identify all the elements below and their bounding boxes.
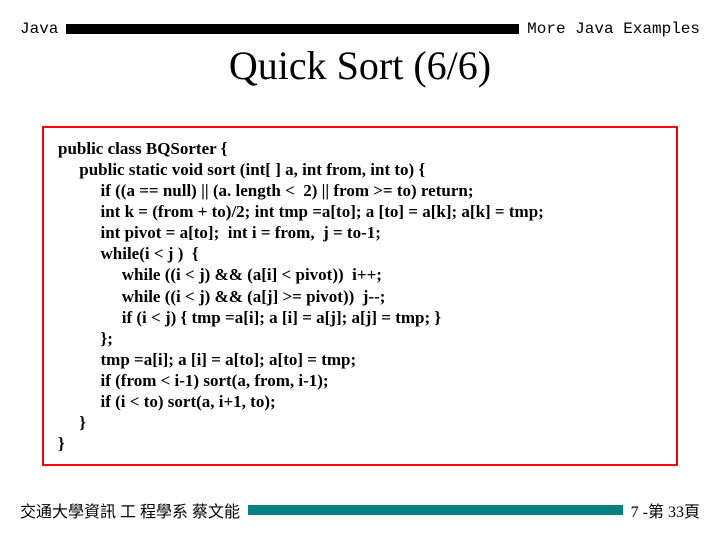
code-line: while(i < j ) { [58, 244, 199, 263]
code-line: if (i < to) sort(a, i+1, to); [58, 392, 276, 411]
code-line: public class BQSorter { [58, 139, 227, 158]
code-line: while ((i < j) && (a[j] >= pivot)) j--; [58, 287, 385, 306]
code-line: if (i < j) { tmp =a[i]; a [i] = a[j]; a[… [58, 308, 441, 327]
code-block: public class BQSorter { public static vo… [58, 138, 662, 454]
code-line: int k = (from + to)/2; int tmp =a[to]; a… [58, 202, 544, 221]
code-line: if (from < i-1) sort(a, from, i-1); [58, 371, 329, 390]
code-line: public static void sort (int[ ] a, int f… [58, 160, 425, 179]
code-line: }; [58, 329, 113, 348]
header-left: Java [20, 20, 58, 38]
header-bar: Java More Java Examples [20, 20, 700, 38]
code-line: while ((i < j) && (a[i] < pivot)) i++; [58, 265, 382, 284]
footer-right: 7 -第 33頁 [631, 498, 700, 522]
code-box: public class BQSorter { public static vo… [42, 126, 678, 466]
slide-title: Quick Sort (6/6) [0, 42, 720, 89]
code-line: } [58, 413, 86, 432]
code-line: tmp =a[i]; a [i] = a[to]; a[to] = tmp; [58, 350, 356, 369]
header-rule [66, 24, 519, 34]
slide: Java More Java Examples Quick Sort (6/6)… [0, 0, 720, 540]
footer-rule [248, 505, 623, 515]
header-right: More Java Examples [527, 20, 700, 38]
code-line: int pivot = a[to]; int i = from, j = to-… [58, 223, 381, 242]
footer-left: 交通大學資訊 工 程學系 蔡文能 [20, 498, 240, 522]
code-line: if ((a == null) || (a. length < 2) || fr… [58, 181, 474, 200]
footer-bar: 交通大學資訊 工 程學系 蔡文能 7 -第 33頁 [20, 498, 700, 522]
code-line: } [58, 434, 65, 453]
